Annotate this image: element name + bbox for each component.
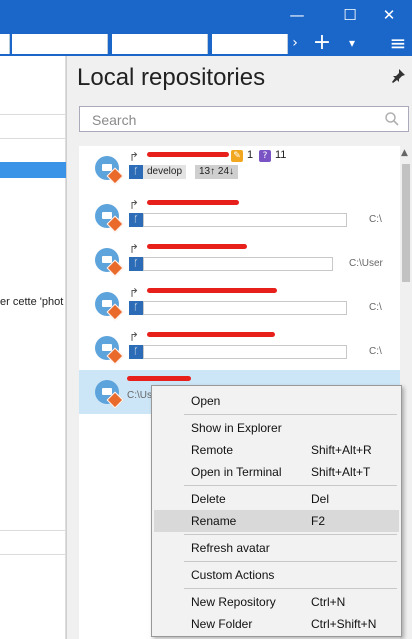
menu-separator: [184, 561, 397, 562]
minimize-button[interactable]: —: [274, 0, 320, 30]
repository-path: C:\Us: [127, 390, 152, 401]
branch-icon: ᚴ: [129, 345, 143, 359]
branch-field: [143, 257, 333, 271]
redacted-name: [147, 244, 247, 249]
conflicts-count: 11: [275, 149, 287, 161]
menu-item-refresh-avatar[interactable]: Refresh avatar: [154, 537, 399, 559]
redacted-name: [127, 376, 191, 381]
branch-icon: ᚴ: [129, 301, 143, 315]
redacted-name: [147, 200, 239, 205]
changes-icon: ✎: [231, 150, 243, 162]
branch-name: develop: [143, 165, 187, 179]
divider: [0, 530, 66, 531]
hamburger-menu-icon[interactable]: ≡: [384, 30, 412, 56]
menu-item-label: Open in Terminal: [191, 465, 282, 479]
divider: [0, 114, 66, 115]
context-menu: Open Show in Explorer Remote Shift+Alt+R…: [151, 385, 402, 637]
menu-item-shortcut: F2: [311, 514, 326, 528]
search-input[interactable]: Search: [79, 106, 409, 132]
tab-2[interactable]: [12, 34, 108, 54]
branch-icon: ᚴ: [129, 213, 143, 227]
menu-item-label: Custom Actions: [191, 568, 275, 582]
menu-separator: [184, 414, 397, 415]
add-tab-button[interactable]: +: [308, 30, 336, 56]
tabs-scroll-right-icon[interactable]: ›: [288, 30, 302, 56]
repository-path: C:\: [369, 214, 382, 225]
menu-item-shortcut: Ctrl+N: [311, 595, 346, 609]
menu-item-label: Delete: [191, 492, 226, 506]
branch-field: [143, 301, 347, 315]
tab-1[interactable]: [0, 34, 10, 54]
branch-icon: ᚴ: [129, 165, 143, 179]
remote-arrow-icon: ↱: [129, 330, 140, 344]
menu-item-label: Rename: [191, 514, 237, 528]
menu-item-new-repository[interactable]: New Repository Ctrl+N: [154, 591, 399, 613]
branch-icon: ᚴ: [129, 257, 143, 271]
divider: [0, 138, 66, 139]
menu-item-label: Refresh avatar: [191, 541, 270, 555]
menu-item-delete[interactable]: Delete Del: [154, 488, 399, 510]
remote-arrow-icon: ↱: [129, 242, 140, 256]
panel-title: Local repositories: [77, 64, 266, 91]
ahead-behind-counter: 13↑ 24↓: [195, 165, 239, 179]
branch-field: [143, 213, 347, 227]
redacted-name: [147, 152, 229, 157]
search-placeholder: Search: [92, 112, 137, 128]
menu-separator: [184, 534, 397, 535]
remote-arrow-icon: ↱: [129, 198, 140, 212]
repository-item[interactable]: ↱ ᚴ C:\: [79, 194, 401, 238]
divider: [0, 554, 66, 555]
search-icon: [384, 111, 400, 131]
repository-path: C:\: [369, 302, 382, 313]
menu-item-label: New Repository: [191, 595, 276, 609]
menu-item-shortcut: Del: [311, 492, 330, 506]
redacted-name: [147, 288, 277, 293]
remote-arrow-icon: ↱: [129, 286, 140, 300]
pin-icon[interactable]: [390, 68, 406, 84]
repository-path: C:\: [369, 346, 382, 357]
repository-item[interactable]: ↱ ✎ 1 ? 11 ᚴ develop 13↑ 24↓: [79, 146, 401, 190]
repository-path: C:\User: [349, 258, 383, 269]
scrollbar-thumb[interactable]: [402, 164, 410, 282]
menu-item-label: Remote: [191, 443, 234, 457]
tab-4[interactable]: [212, 34, 288, 54]
repository-item[interactable]: ↱ ᚴ C:\: [79, 282, 401, 326]
tab-3[interactable]: [112, 34, 208, 54]
menu-item-shortcut: Ctrl+Shift+N: [311, 617, 377, 631]
menu-separator: [184, 588, 397, 589]
menu-item-remote[interactable]: Remote Shift+Alt+R: [154, 439, 399, 461]
repository-item[interactable]: ↱ ᚴ C:\User: [79, 238, 401, 282]
remote-arrow-icon: ↱: [129, 150, 140, 164]
repository-item[interactable]: ↱ ᚴ C:\: [79, 326, 401, 370]
menu-item-open-in-terminal[interactable]: Open in Terminal Shift+Alt+T: [154, 461, 399, 483]
menu-item-label: Open: [191, 394, 221, 408]
partial-text: er cette 'phot: [0, 296, 64, 308]
title-bar: — ☐ ✕: [0, 0, 412, 30]
selected-row[interactable]: [0, 162, 66, 178]
menu-item-label: Show in Explorer: [191, 421, 282, 435]
menu-item-new-folder[interactable]: New Folder Ctrl+Shift+N: [154, 613, 399, 635]
scroll-up-icon[interactable]: ▲: [401, 148, 408, 158]
redacted-name: [147, 332, 275, 337]
close-button[interactable]: ✕: [366, 0, 412, 30]
menu-item-show-in-explorer[interactable]: Show in Explorer: [154, 417, 399, 439]
menu-separator: [184, 485, 397, 486]
menu-item-open[interactable]: Open: [154, 390, 399, 412]
menu-item-custom-actions[interactable]: Custom Actions: [154, 564, 399, 586]
menu-item-shortcut: Shift+Alt+T: [311, 465, 371, 479]
menu-item-rename[interactable]: Rename F2: [154, 510, 399, 532]
conflicts-icon: ?: [259, 150, 271, 162]
menu-item-shortcut: Shift+Alt+R: [311, 443, 372, 457]
menu-item-label: New Folder: [191, 617, 253, 631]
tabs-dropdown-icon[interactable]: ▾: [340, 30, 364, 56]
main-pane: er cette 'phot: [0, 56, 66, 639]
branch-field: [143, 345, 347, 359]
changes-count: 1: [247, 149, 254, 161]
